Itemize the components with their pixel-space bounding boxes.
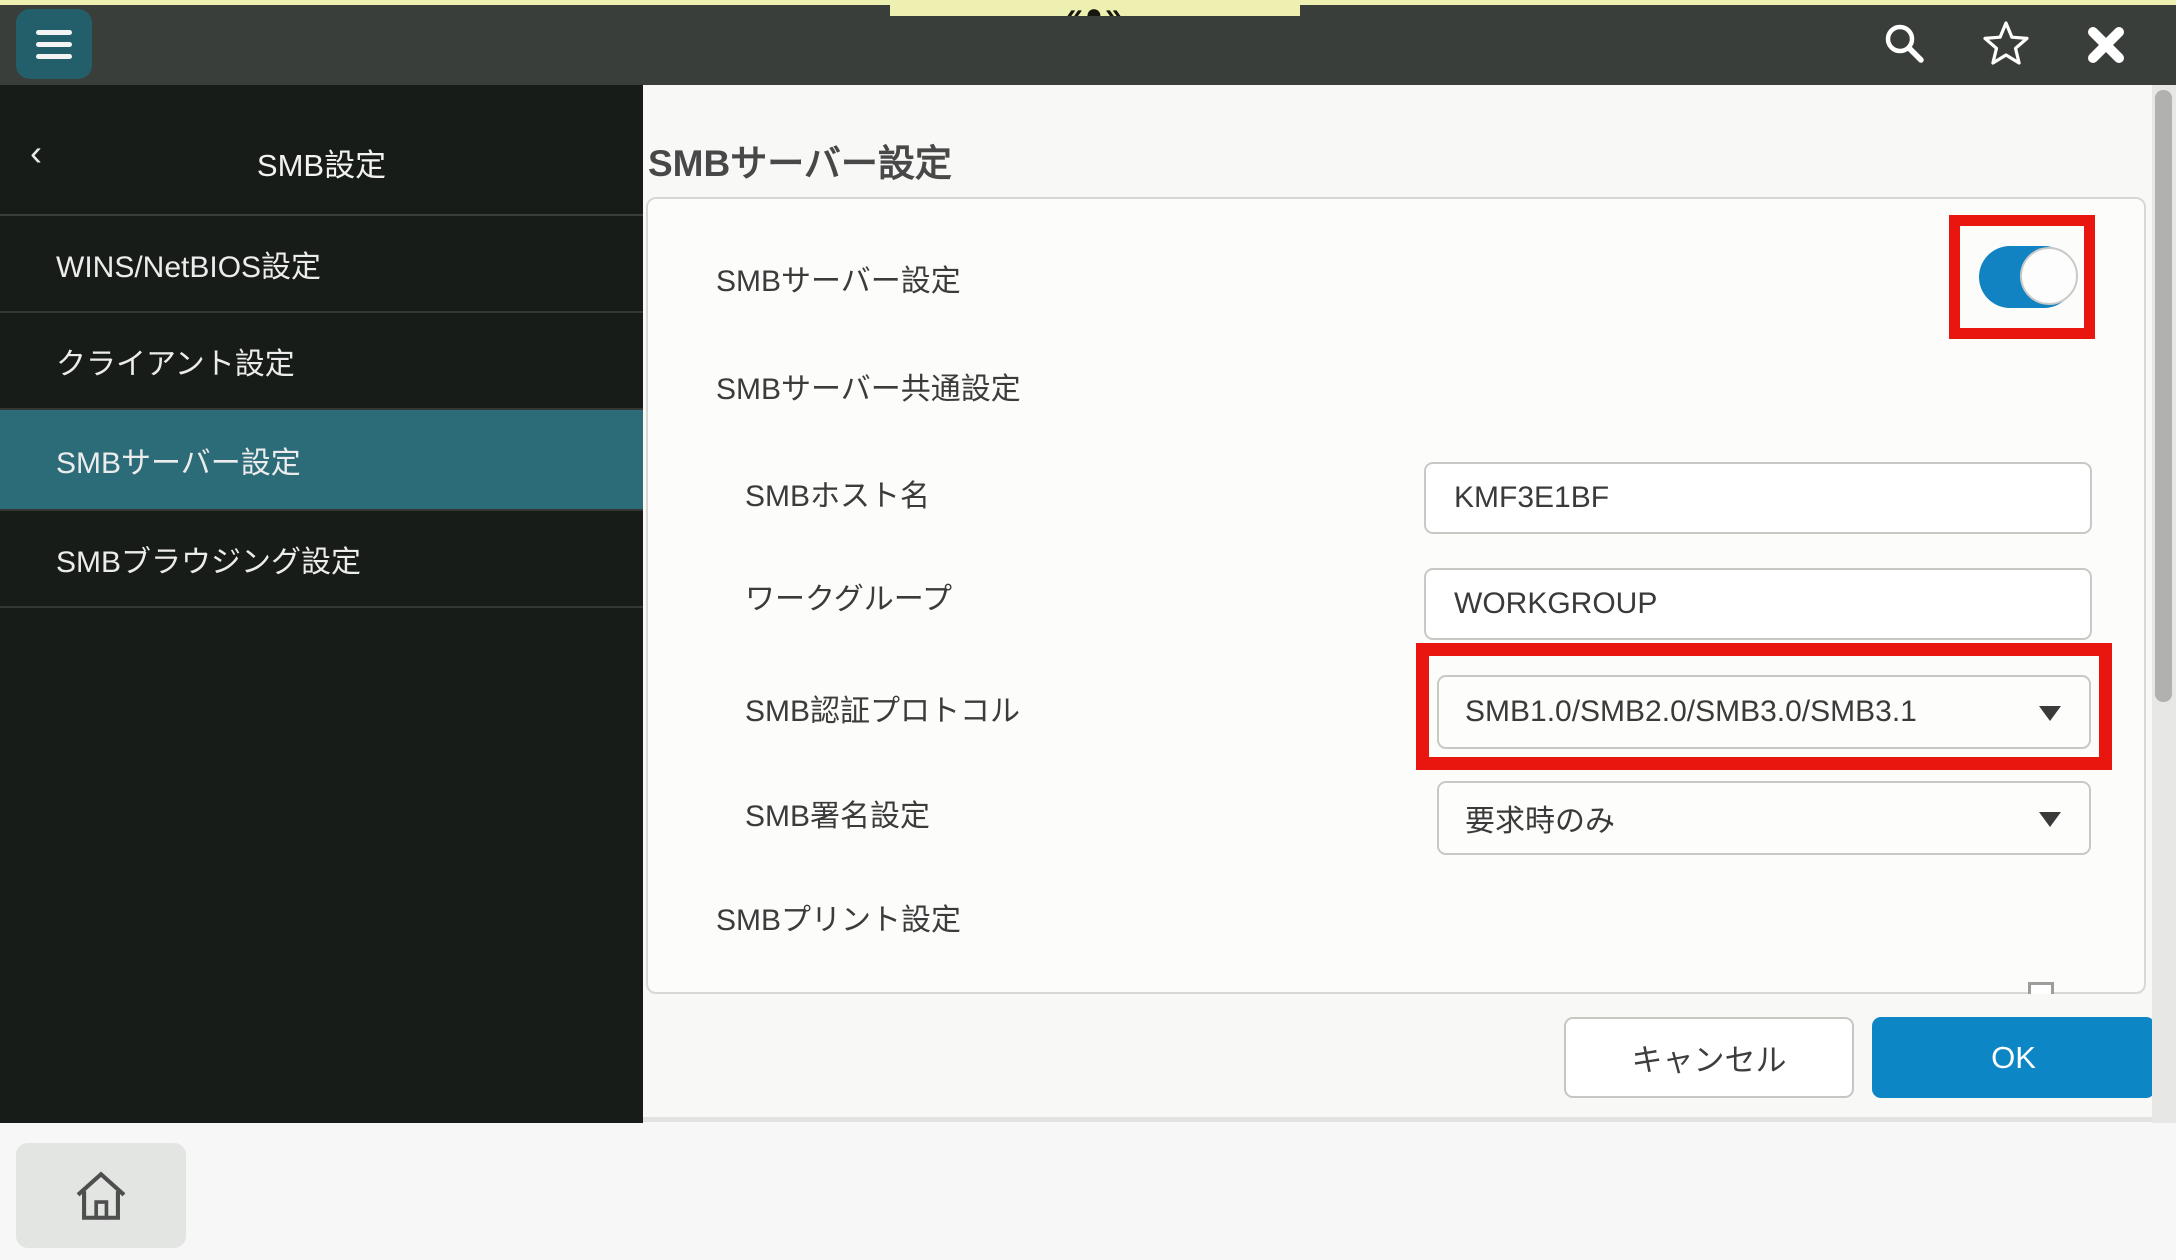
smb-server-toggle-label: SMBサーバー設定 — [716, 265, 961, 298]
smb-host-input[interactable] — [1424, 462, 2092, 534]
cancel-button[interactable]: キャンセル — [1564, 1017, 1854, 1098]
annotation-red-box-toggle — [1949, 215, 2095, 339]
sidebar-item-wins-netbios[interactable]: WINS/NetBIOS設定 — [0, 216, 643, 313]
sidebar-item-smb-server[interactable]: SMBサーバー設定 — [0, 410, 643, 511]
workgroup-input[interactable] — [1424, 568, 2092, 640]
dropdown-caret-icon — [2039, 812, 2061, 827]
common-section-label: SMBサーバー共通設定 — [716, 373, 1021, 406]
scrollbar-track[interactable] — [2152, 85, 2176, 1123]
page-title: SMBサーバー設定 — [648, 143, 952, 184]
top-center-notch: «●» — [890, 0, 1300, 16]
search-button[interactable] — [1881, 20, 1929, 68]
sidebar-item-smb-browsing[interactable]: SMBブラウジング設定 — [0, 511, 643, 608]
annotation-red-box-protocol — [1416, 643, 2112, 770]
auth-protocol-label: SMB認証プロトコル — [745, 695, 1021, 728]
device-screen: «●» ‹ SMB設定 WINS/NetBIOS設定 クライアント設定 — [0, 0, 2176, 1260]
sidebar-title: SMB設定 — [256, 148, 387, 183]
ok-button[interactable]: OK — [1872, 1017, 2155, 1098]
window-bottom-edge — [643, 1117, 2176, 1122]
sidebar-item-label: WINS/NetBIOS設定 — [56, 250, 322, 284]
sidebar-item-label: SMBブラウジング設定 — [56, 545, 362, 579]
smb-signing-label: SMB署名設定 — [745, 800, 931, 833]
home-icon — [76, 1170, 126, 1220]
close-button[interactable] — [2084, 23, 2128, 67]
hamburger-menu-button[interactable] — [16, 9, 92, 79]
sidebar-item-label: SMBサーバー設定 — [56, 446, 301, 480]
star-icon — [1983, 21, 2029, 65]
search-icon — [1885, 24, 1924, 63]
sidebar-item-label: クライアント設定 — [56, 347, 295, 381]
cancel-button-label: キャンセル — [1631, 1043, 1787, 1078]
hamburger-menu-icon — [36, 30, 72, 35]
smb-signing-value: 要求時のみ — [1465, 805, 1615, 838]
workgroup-label: ワークグループ — [745, 583, 952, 616]
home-button[interactable] — [16, 1143, 186, 1248]
sidebar: ‹ SMB設定 WINS/NetBIOS設定 クライアント設定 SMBサーバー設… — [0, 85, 643, 1123]
ok-button-label: OK — [1991, 1039, 2036, 1075]
favorites-button[interactable] — [1982, 20, 2030, 68]
sidebar-header: ‹ SMB設定 — [0, 85, 643, 216]
notch-glyph-icon: «●» — [1066, 0, 1124, 16]
smb-host-label: SMBホスト名 — [745, 480, 931, 513]
print-section-label: SMBプリント設定 — [716, 904, 962, 937]
smb-signing-dropdown[interactable]: 要求時のみ — [1437, 781, 2091, 855]
close-icon — [2088, 27, 2124, 63]
scrollbar-thumb[interactable] — [2155, 90, 2172, 702]
sidebar-item-client[interactable]: クライアント設定 — [0, 313, 643, 410]
partial-checkbox — [2028, 982, 2054, 994]
